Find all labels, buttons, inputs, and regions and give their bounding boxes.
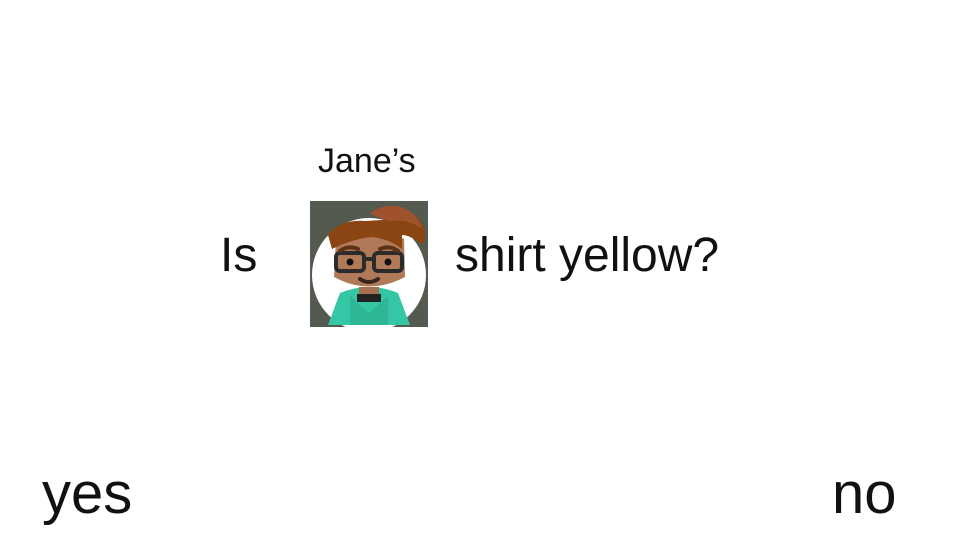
question-suffix: shirt yellow? [455,229,720,282]
answer-yes-button[interactable]: yes [42,465,132,523]
answer-no-button[interactable]: no [832,465,897,523]
question-prefix: Is [220,229,258,282]
question-caption: Jane’s [318,142,416,180]
avatar [310,201,428,327]
cartoon-boy-avatar-icon [310,201,428,327]
